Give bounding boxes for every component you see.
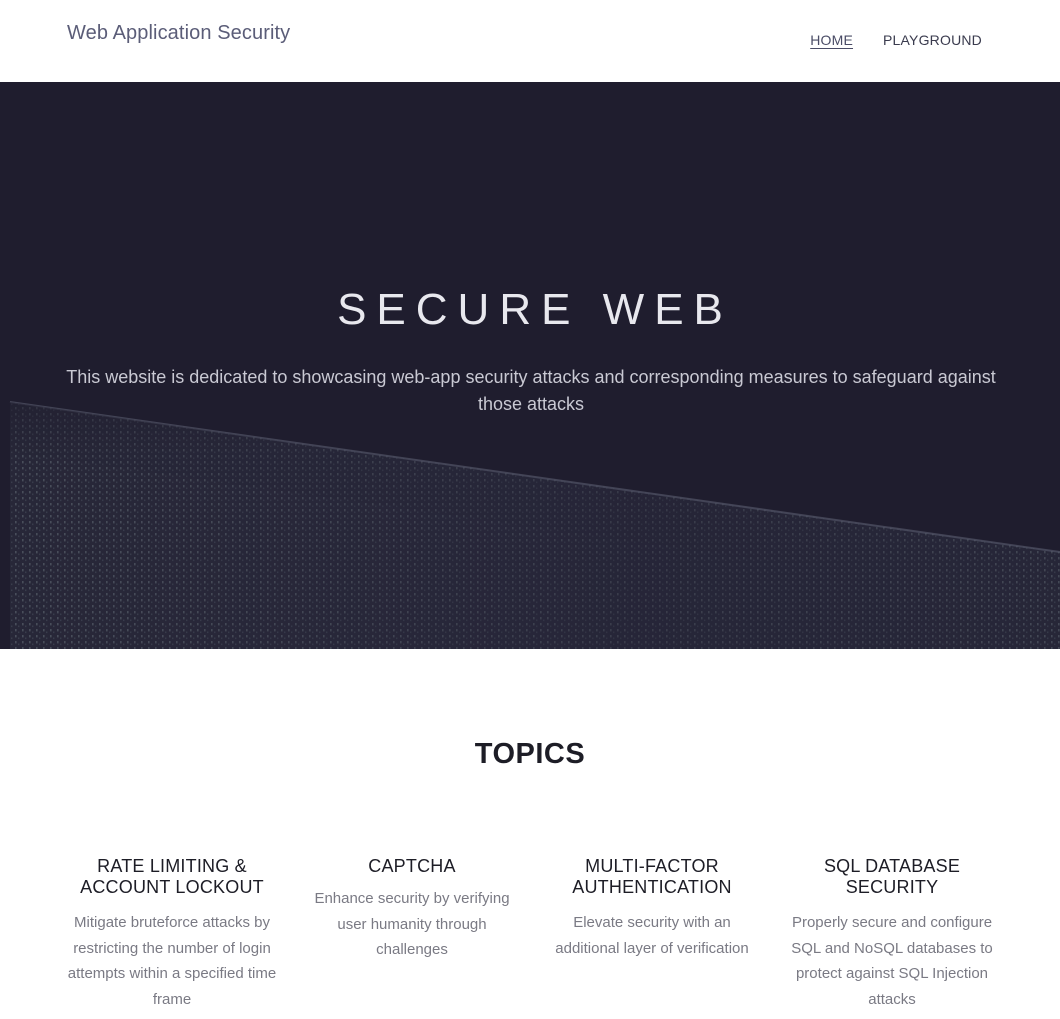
hero-subtitle: This website is dedicated to showcasing … [66,367,996,414]
topic-title: SQL DATABASE SECURITY [823,856,961,897]
nav-playground[interactable]: PLAYGROUND [883,32,982,48]
nav-home[interactable]: HOME [810,32,853,48]
topic-title: RATE LIMITING & ACCOUNT LOCKOUT [80,856,264,897]
topic-title: MULTI-FACTOR AUTHENTICATION [572,856,732,897]
brand-logo-link[interactable]: Web Application Security [67,22,290,45]
topic-title: CAPTCHA [368,856,456,876]
topic-description: Properly secure and configure SQL and No… [791,914,993,1008]
topic-card-mfa[interactable]: MULTI-FACTOR AUTHENTICATION Elevate secu… [547,856,757,961]
topic-card-captcha[interactable]: CAPTCHA Enhance security by verifying us… [307,856,517,963]
topic-description: Mitigate bruteforce attacks by restricti… [67,914,277,1008]
topic-card-rate-limiting[interactable]: RATE LIMITING & ACCOUNT LOCKOUT Mitigate… [67,856,277,1012]
main-nav: HOME PLAYGROUND [810,32,982,48]
hero-section: SECURE WEB This website is dedicated to … [0,82,1060,649]
topic-description: Elevate security with an additional laye… [555,914,749,957]
site-header: Web Application Security HOME PLAYGROUND [0,0,1060,82]
topic-description: Enhance security by verifying user human… [314,890,510,958]
topic-card-sql-security[interactable]: SQL DATABASE SECURITY Properly secure an… [787,856,997,1012]
hero-title: SECURE WEB [337,285,733,334]
topics-heading: TOPICS [474,738,586,770]
